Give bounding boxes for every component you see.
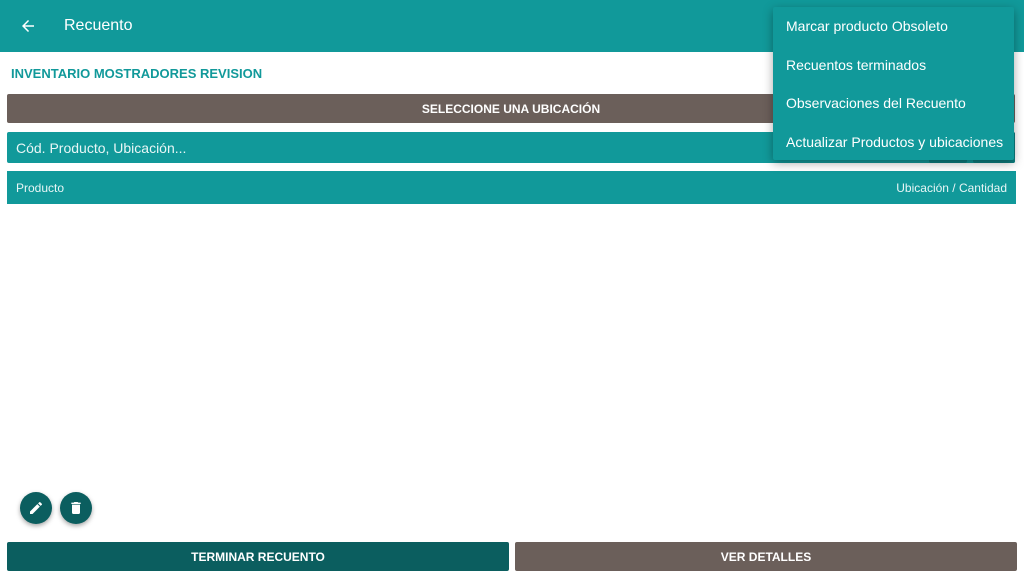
trash-icon (71, 502, 81, 514)
column-header-product: Producto (16, 180, 65, 195)
table-header: Producto Ubicación / Cantidad (7, 171, 1016, 204)
back-button[interactable] (14, 12, 42, 40)
menu-item-update-products[interactable]: Actualizar Productos y ubicaciones (773, 123, 1014, 162)
finish-count-button[interactable]: TERMINAR RECUENTO (7, 542, 509, 571)
pencil-icon (30, 501, 43, 514)
inventory-title: INVENTARIO MOSTRADORES REVISION (11, 66, 263, 81)
screen: Recuento INVENTARIO MOSTRADORES REVISION… (0, 0, 1024, 581)
page-title: Recuento (64, 17, 133, 34)
menu-item-finished-counts[interactable]: Recuentos terminados (773, 46, 1014, 85)
overflow-menu: Marcar producto Obsoleto Recuentos termi… (773, 7, 1014, 160)
view-details-button[interactable]: VER DETALLES (515, 542, 1017, 571)
menu-item-mark-obsolete[interactable]: Marcar producto Obsoleto (773, 7, 1014, 46)
column-header-location-quantity: Ubicación / Cantidad (896, 180, 1007, 195)
arrow-left-icon (22, 20, 34, 32)
delete-button[interactable] (60, 492, 92, 524)
edit-button[interactable] (20, 492, 52, 524)
menu-item-count-observations[interactable]: Observaciones del Recuento (773, 84, 1014, 123)
